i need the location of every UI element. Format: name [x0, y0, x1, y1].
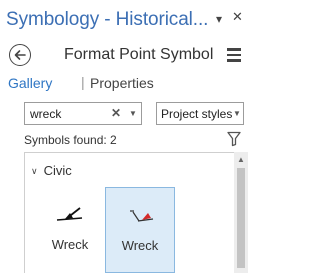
style-select[interactable]: Project styles ▼: [156, 102, 244, 125]
tab-properties[interactable]: Properties: [90, 75, 154, 91]
menu-icon[interactable]: [227, 48, 241, 65]
symbol-tile-wreck[interactable]: Wreck: [35, 187, 105, 273]
style-select-value[interactable]: Project styles: [161, 107, 232, 121]
tab-gallery[interactable]: Gallery: [8, 75, 52, 91]
close-icon[interactable]: ✕: [232, 10, 243, 23]
pane-titlebar: Symbology - Historical... ▾ ✕: [0, 0, 248, 38]
scroll-up-icon[interactable]: ▲: [237, 155, 245, 164]
scrollbar-thumb[interactable]: [237, 168, 245, 268]
tab-strip: Gallery | Properties: [0, 74, 248, 96]
back-arrow-icon[interactable]: [9, 44, 31, 66]
chevron-down-icon[interactable]: ∨: [31, 166, 38, 177]
group-header-civic[interactable]: ∨ Civic: [31, 163, 72, 178]
wreck-red-icon: [130, 210, 154, 222]
clear-search-icon[interactable]: ✕: [111, 106, 121, 120]
search-dropdown-icon[interactable]: ▼: [129, 109, 137, 118]
panel-header: Format Point Symbol: [0, 38, 248, 74]
pin-dropdown-icon[interactable]: ▾: [216, 13, 222, 25]
symbol-tile-wreck-selected[interactable]: Wreck: [105, 187, 175, 273]
vertical-scrollbar[interactable]: ▲: [234, 152, 248, 273]
filter-icon[interactable]: [227, 131, 241, 147]
symbol-gallery: ∨ Civic Wreck Wreck: [24, 152, 244, 273]
search-input[interactable]: wreck ✕ ▼: [24, 102, 142, 125]
symbol-label: Wreck: [51, 237, 89, 252]
symbol-label: Wreck: [121, 238, 159, 253]
tab-separator: |: [81, 74, 85, 90]
symbols-found-count: Symbols found: 2: [24, 133, 117, 147]
group-label: Civic: [43, 163, 72, 178]
pane-title: Symbology - Historical...: [6, 9, 209, 30]
wreck-black-icon: [56, 207, 83, 221]
chevron-down-icon[interactable]: ▼: [233, 109, 241, 118]
search-input-value[interactable]: wreck: [30, 107, 61, 121]
panel-title: Format Point Symbol: [64, 46, 214, 63]
